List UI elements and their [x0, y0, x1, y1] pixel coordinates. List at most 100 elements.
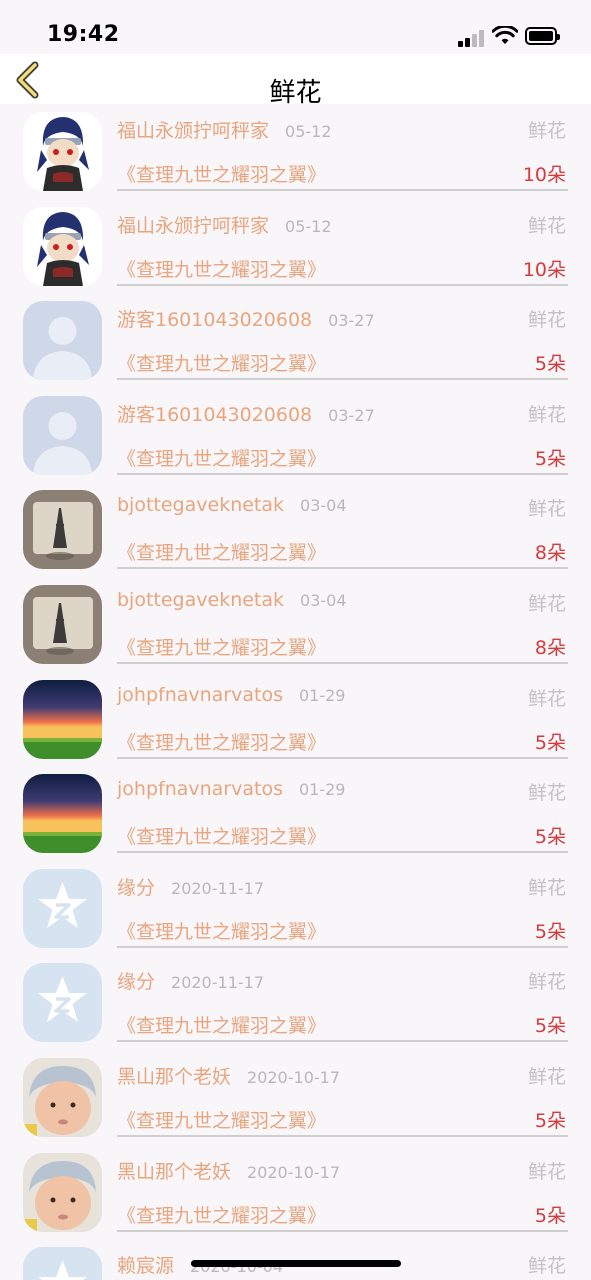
list-item[interactable]: 缘分 2020-11-17 鲜花 《查理九世之耀羽之翼》 5朵 [0, 861, 591, 956]
gift-type: 鲜花 [527, 687, 566, 710]
list-item[interactable]: 游客1601043020608 03-27 鲜花 《查理九世之耀羽之翼》 5朵 [0, 388, 591, 483]
sender-name[interactable]: 福山永颁拧呵秤家 05-12 [117, 116, 332, 143]
avatar[interactable] [23, 395, 102, 475]
sender-name[interactable]: 福山永颁拧呵秤家 05-12 [117, 211, 332, 238]
flower-count: 5朵 [534, 447, 566, 470]
avatar-sunset-field-image [23, 679, 102, 759]
book-title-link[interactable]: 《查理九世之耀羽之翼》 [117, 538, 326, 565]
flower-count: 8朵 [534, 542, 566, 565]
avatar[interactable] [23, 868, 102, 948]
avatar[interactable] [23, 206, 102, 286]
sender-name[interactable]: johpfnavnarvatos 01-29 [117, 778, 345, 800]
avatar[interactable] [23, 490, 102, 570]
avatar-ninja-image [23, 112, 102, 191]
avatar[interactable] [23, 1058, 102, 1137]
gift-date: 2020-11-17 [171, 973, 264, 993]
row-divider [117, 945, 568, 948]
gift-type: 鲜花 [527, 971, 566, 994]
sender-name[interactable]: 游客1601043020608 03-27 [117, 400, 375, 427]
gift-date: 03-04 [300, 496, 347, 516]
gift-date: 03-04 [300, 591, 347, 610]
gift-date: 03-27 [328, 311, 375, 331]
flower-count: 5朵 [534, 1204, 566, 1227]
book-title-link[interactable]: 《查理九世之耀羽之翼》 [117, 349, 326, 376]
gift-type: 鲜花 [527, 1160, 566, 1183]
book-title-link[interactable]: 《查理九世之耀羽之翼》 [117, 255, 326, 282]
book-title-link[interactable]: 《查理九世之耀羽之翼》 [117, 1201, 326, 1228]
sender-name[interactable]: 黑山那个老妖 2020-10-17 [117, 1157, 340, 1184]
list-item[interactable]: 福山永颁拧呵秤家 05-12 鲜花 《查理九世之耀羽之翼》 10朵 [0, 199, 591, 294]
gift-date: 05-12 [285, 122, 332, 141]
avatar[interactable] [23, 112, 102, 191]
sender-name[interactable]: johpfnavnarvatos 01-29 [117, 684, 345, 706]
avatar-qq-star-image [23, 1247, 102, 1280]
list-item[interactable]: 黑山那个老妖 2020-10-17 鲜花《查理九世之耀羽之翼》 5朵 [0, 1145, 591, 1240]
avatar-baby-image [23, 1058, 102, 1137]
gift-type: 鲜花 [527, 120, 566, 142]
avatar-ninja-image [23, 206, 102, 286]
book-title-link[interactable]: 《查理九世之耀羽之翼》 [117, 160, 326, 187]
book-title-link[interactable]: 《查理九世之耀羽之翼》 [117, 728, 326, 755]
status-time: 19:42 [47, 22, 120, 47]
gift-date: 05-12 [285, 216, 332, 236]
sender-name-text: bjottegaveknetak [117, 494, 285, 517]
navigation-bar: 鲜花 [0, 54, 591, 108]
book-title-link[interactable]: 《查理九世之耀羽之翼》 [117, 917, 326, 944]
avatar-baby-image [23, 1152, 102, 1232]
avatar-qq-star-image [23, 963, 102, 1043]
row-divider [117, 189, 568, 191]
avatar-eiffel-tower-image [23, 585, 102, 664]
avatar-default-user-image [23, 301, 102, 381]
row-divider [117, 756, 568, 759]
gift-type: 鲜花 [527, 498, 566, 521]
row-divider [117, 662, 568, 664]
row-divider [117, 851, 568, 854]
sender-name-text: 游客1601043020608 [117, 403, 313, 426]
row-divider [117, 283, 568, 286]
avatar[interactable] [23, 774, 102, 854]
sender-name[interactable]: bjottegaveknetak 03-04 [117, 494, 347, 516]
list-item[interactable]: johpfnavnarvatos 01-29 鲜花 《查理九世之耀羽之翼》 5朵 [0, 672, 591, 767]
row-divider [117, 1135, 568, 1137]
list-item[interactable]: 黑山那个老妖 2020-10-17 鲜花 《查理九世之耀羽之翼》 5朵 [0, 1050, 591, 1145]
gift-type: 鲜花 [527, 214, 566, 237]
sender-name-text: 黑山那个老妖 [117, 1160, 232, 1183]
flower-count: 10朵 [522, 164, 566, 186]
book-title-link[interactable]: 《查理九世之耀羽之翼》 [117, 1011, 326, 1038]
flower-count: 8朵 [534, 637, 566, 659]
book-title-link[interactable]: 《查理九世之耀羽之翼》 [117, 633, 326, 660]
row-divider [117, 472, 568, 475]
list-item[interactable]: johpfnavnarvatos 01-29 鲜花 《查理九世之耀羽之翼》 5朵 [0, 766, 591, 861]
list-item[interactable]: 缘分 2020-11-17 鲜花《查理九世之耀羽之翼》 5朵 [0, 955, 591, 1050]
list-item[interactable]: 福山永颁拧呵秤家 05-12 鲜花《查理九世之耀羽之翼》 10朵 [0, 104, 591, 199]
avatar[interactable] [23, 1247, 102, 1280]
sender-name-text: 黑山那个老妖 [117, 1066, 232, 1088]
flower-record-list[interactable]: 福山永颁拧呵秤家 05-12 鲜花 《查理九世之耀羽之翼》 10朵 福山永颁拧呵秤家 05-… [0, 104, 591, 1280]
list-item[interactable]: 游客1601043020608 03-27 鲜花 《查理九世之耀羽之翼》 5朵 [0, 293, 591, 388]
avatar[interactable] [23, 585, 102, 664]
book-title-link[interactable]: 《查理九世之耀羽之翼》 [117, 1106, 326, 1133]
list-item[interactable]: bjottegaveknetak 03-04 鲜花《查理九世之耀羽之翼》 8朵 [0, 482, 591, 577]
gift-type: 鲜花 [527, 1255, 566, 1278]
flower-count: 5朵 [534, 1110, 566, 1132]
book-title-link[interactable]: 《查理九世之耀羽之翼》 [117, 822, 326, 849]
sender-name[interactable]: 黑山那个老妖 2020-10-17 [117, 1062, 340, 1089]
avatar[interactable] [23, 301, 102, 381]
sender-name[interactable]: bjottegaveknetak 03-04 [117, 589, 347, 611]
sender-name[interactable]: 游客1601043020608 03-27 [117, 305, 375, 332]
sender-name-text: johpfnavnarvatos [117, 683, 283, 706]
avatar[interactable] [23, 1152, 102, 1232]
home-indicator [191, 1260, 401, 1267]
avatar[interactable] [23, 963, 102, 1043]
flower-count: 5朵 [534, 1015, 566, 1038]
sender-name[interactable]: 缘分 2020-11-17 [117, 967, 264, 994]
sender-name-text: 赖宸源 [117, 1255, 175, 1278]
avatar[interactable] [23, 679, 102, 759]
book-title-link[interactable]: 《查理九世之耀羽之翼》 [117, 444, 326, 471]
sender-name-text: 缘分 [117, 971, 156, 994]
gift-date: 03-27 [328, 405, 375, 425]
list-item[interactable]: bjottegaveknetak 03-04 鲜花 《查理九世之耀羽之翼》 8朵 [0, 577, 591, 672]
battery-icon [525, 27, 560, 45]
sender-name[interactable]: 缘分 2020-11-17 [117, 873, 264, 900]
avatar-qq-star-image [23, 868, 102, 948]
